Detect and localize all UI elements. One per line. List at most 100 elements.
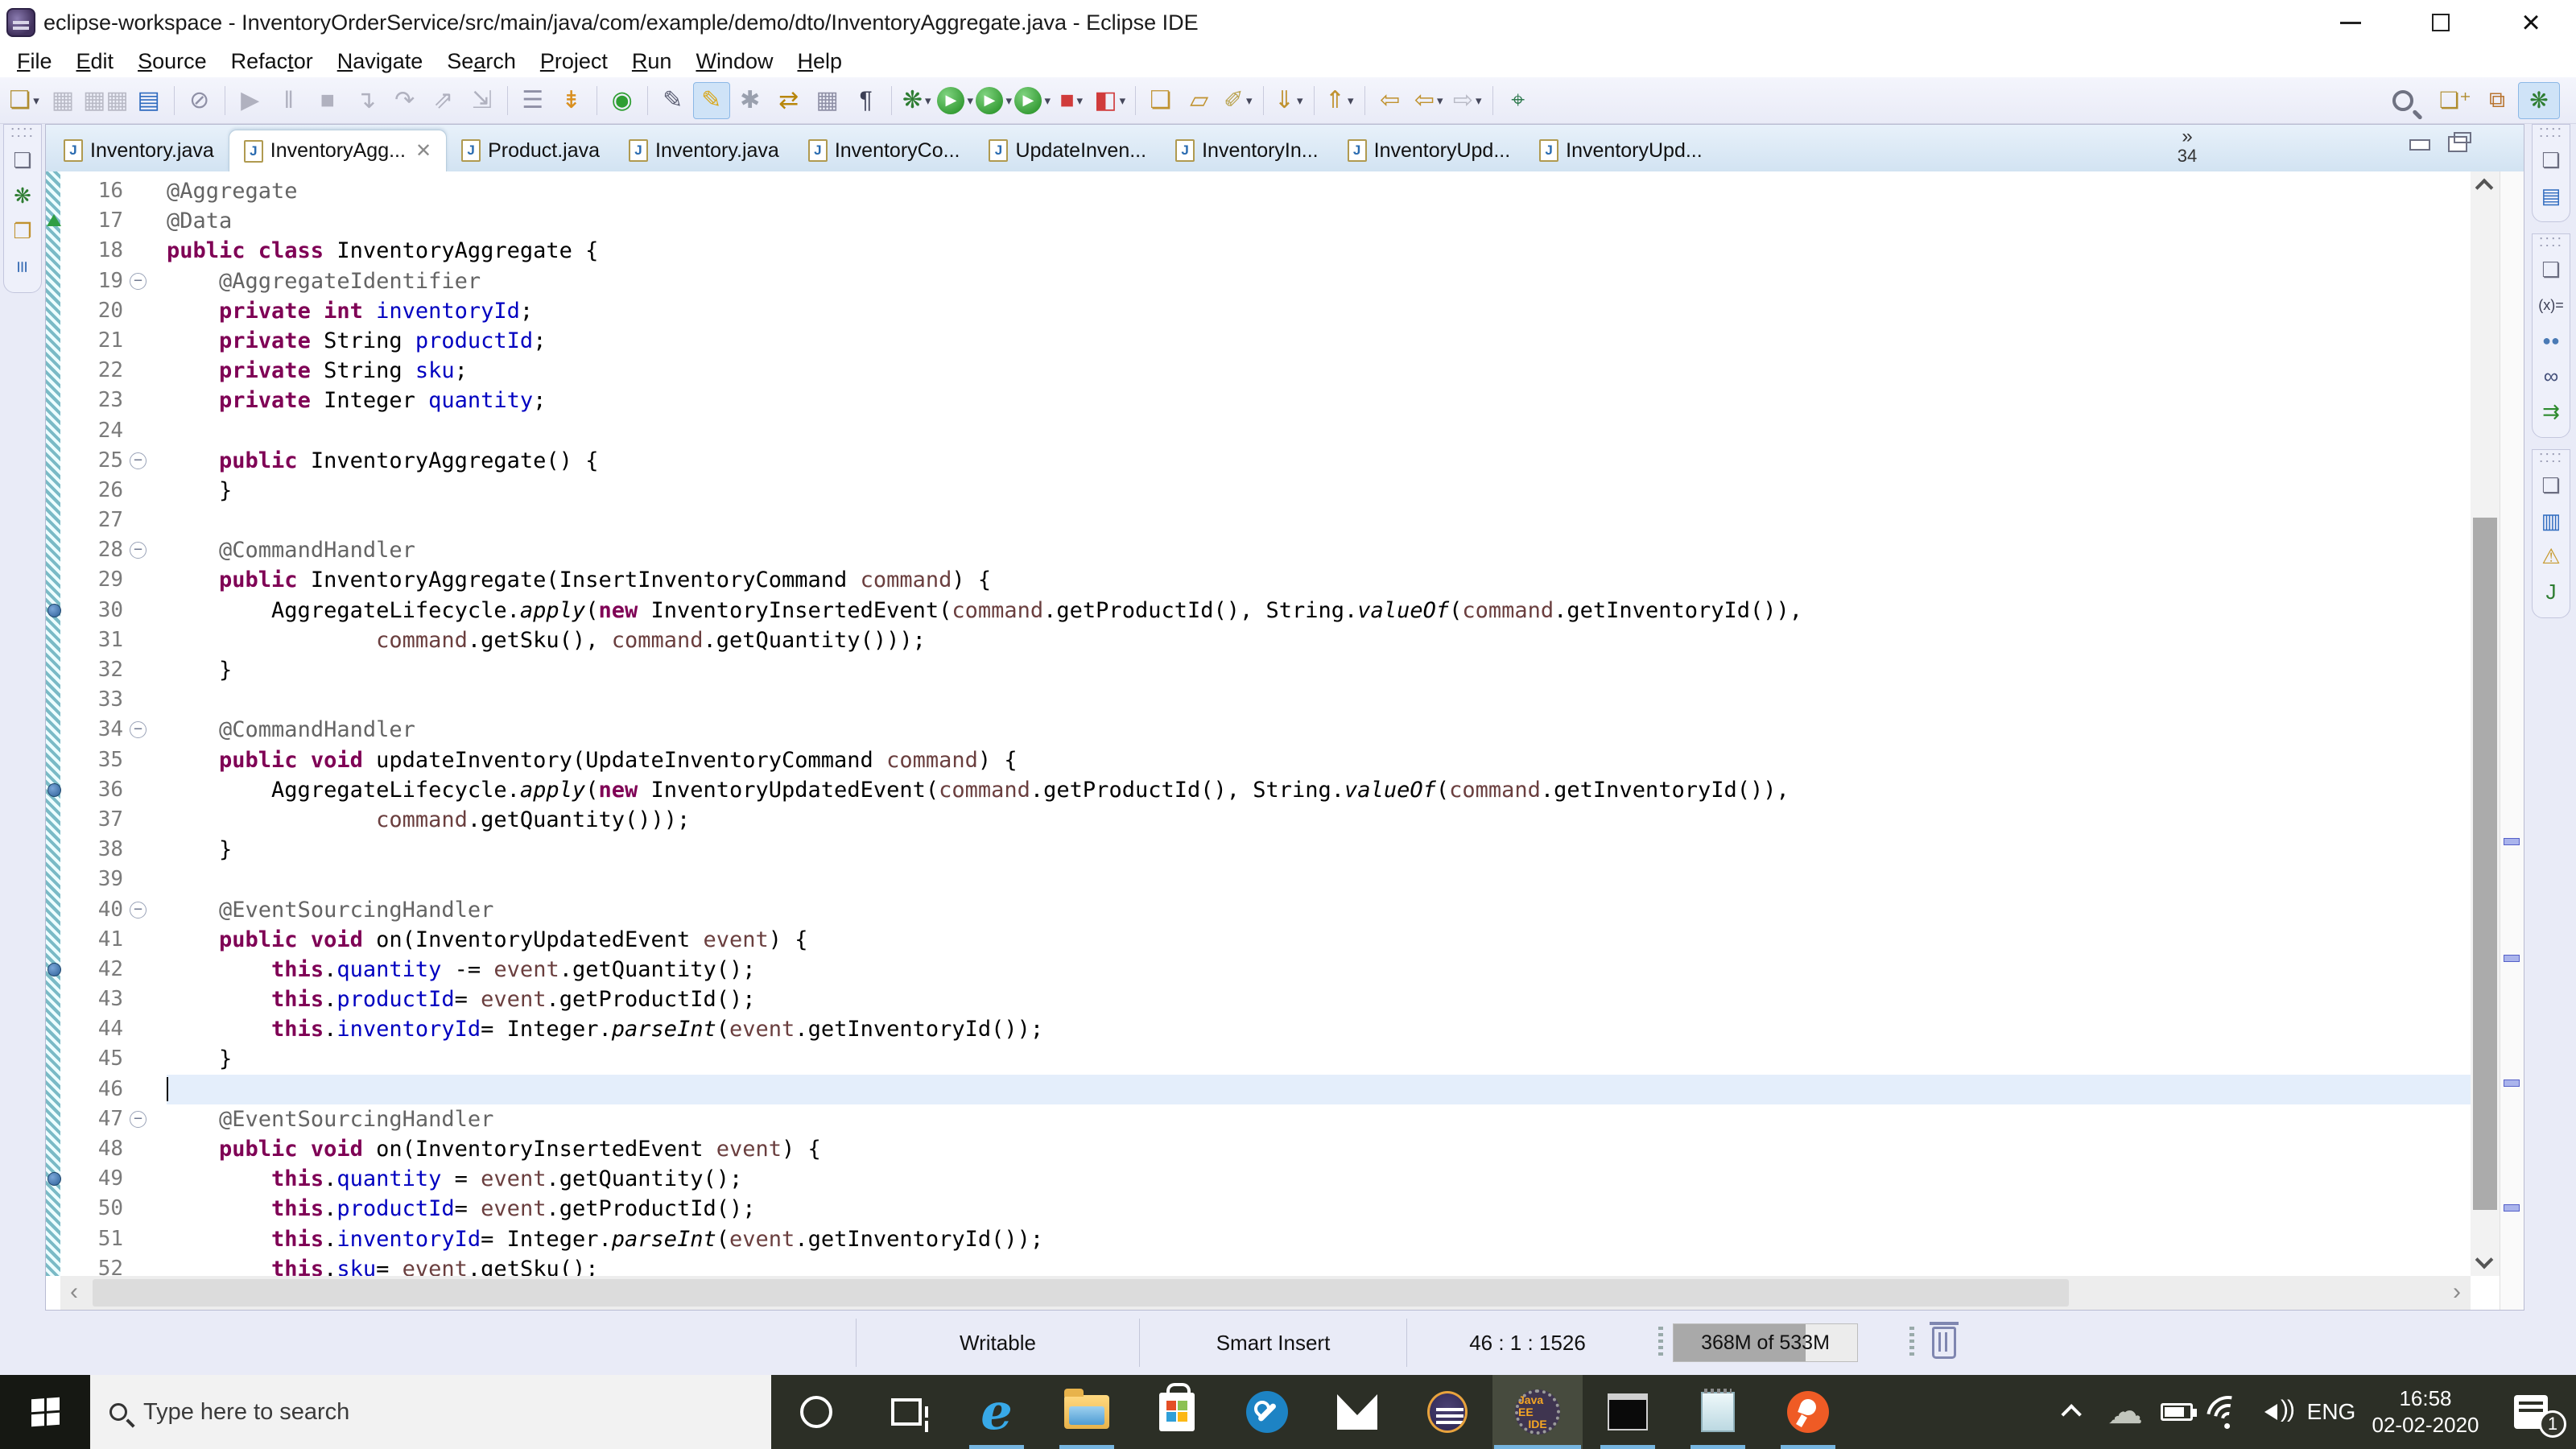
toggle-mark-button[interactable]: ✐ ▾: [1220, 82, 1257, 119]
language-indicator[interactable]: ENG: [2306, 1375, 2357, 1449]
menu-project[interactable]: Project: [528, 49, 620, 74]
minimize-button[interactable]: [2306, 0, 2396, 45]
profile-button[interactable]: ▶ ▾: [1014, 82, 1051, 119]
tab-close-icon[interactable]: ✕: [415, 139, 431, 163]
close-button[interactable]: ×: [2486, 0, 2576, 45]
editor-tab[interactable]: J InventoryUpd...: [1333, 130, 1525, 171]
fold-collapse-icon[interactable]: −: [130, 542, 147, 559]
editor-tab[interactable]: J UpdateInven...: [974, 130, 1161, 171]
task-view-button[interactable]: [861, 1375, 952, 1449]
menu-file[interactable]: File: [5, 49, 64, 74]
drag-handle[interactable]: ::::: [10, 124, 35, 142]
breakpoints-view-button[interactable]: ●●: [2535, 323, 2567, 358]
store-taskbar-button[interactable]: [1132, 1375, 1222, 1449]
fold-collapse-icon[interactable]: −: [130, 452, 147, 469]
drag-handle[interactable]: ::::: [2539, 449, 2563, 468]
garbage-collect-button[interactable]: [1930, 1322, 1959, 1359]
edge-taskbar-button[interactable]: e: [952, 1375, 1042, 1449]
debug-flow-view-button[interactable]: ⇉: [2535, 394, 2567, 429]
editor-tab[interactable]: J InventoryAgg... ✕: [228, 130, 448, 171]
horizontal-scroll-thumb[interactable]: [93, 1279, 2070, 1307]
collapse-all-button[interactable]: ⇓ ▾: [1270, 82, 1307, 119]
menu-run[interactable]: Run: [620, 49, 684, 74]
suspend-button[interactable]: ‖: [270, 82, 308, 119]
skip-all-breakpoints-button[interactable]: ⊘: [181, 82, 218, 119]
editor-tab[interactable]: J Product.java: [447, 130, 614, 171]
menu-help[interactable]: Help: [785, 49, 854, 74]
open-perspective-button[interactable]: ❏⁺: [2434, 82, 2476, 119]
taskbar-search-input[interactable]: Type here to search: [90, 1375, 771, 1449]
overview-ruler[interactable]: [2500, 171, 2524, 1310]
resume-button[interactable]: ▶: [232, 82, 269, 119]
debug-button[interactable]: ❋ ▾: [898, 82, 935, 119]
postman-taskbar-button[interactable]: [1763, 1375, 1853, 1449]
editor-tab[interactable]: J Inventory.java: [49, 130, 229, 171]
show-whitespace-button[interactable]: ¶: [848, 82, 885, 119]
run-button[interactable]: ▶ ▾: [937, 82, 974, 119]
menu-search[interactable]: Search: [435, 49, 528, 74]
scroll-up-arrow[interactable]: [2475, 178, 2494, 197]
overview-marker[interactable]: [2504, 1204, 2520, 1212]
menu-edit[interactable]: Edit: [64, 49, 126, 74]
editor-tab[interactable]: J InventoryUpd...: [1525, 130, 1717, 171]
filters-view-button[interactable]: ≡: [6, 249, 39, 284]
expressions-view-button[interactable]: ∞: [2535, 358, 2567, 394]
stop-relaunch-button[interactable]: ◧ ▾: [1092, 82, 1129, 119]
convert-snippet-button[interactable]: ⇄: [770, 82, 807, 119]
editor-tab[interactable]: J InventoryCo...: [794, 130, 975, 171]
new-java-element-button[interactable]: ✎: [654, 82, 691, 119]
vertical-scroll-thumb[interactable]: [2473, 518, 2497, 1210]
use-step-filters-button[interactable]: ⇟: [553, 82, 590, 119]
cmd-taskbar-button[interactable]: [1583, 1375, 1673, 1449]
terminate-button[interactable]: ■: [309, 82, 346, 119]
variables-view-button[interactable]: (x)=: [2535, 287, 2567, 323]
drag-handle[interactable]: ::::: [2539, 233, 2563, 252]
search-icon[interactable]: [2392, 89, 2413, 111]
overview-marker[interactable]: [2504, 838, 2520, 845]
code-editor[interactable]: 16 @Aggregate 17 @Data 18 public class Invent…: [46, 171, 2524, 1276]
mark-occurrences-button[interactable]: ✎: [692, 81, 730, 119]
coverage-button[interactable]: ▶ ▾: [976, 82, 1013, 119]
problems-view-button[interactable]: ⚠: [2535, 539, 2567, 574]
menu-source[interactable]: Source: [126, 49, 219, 74]
show-view-menu-button[interactable]: ▦: [809, 82, 846, 119]
fold-collapse-icon[interactable]: −: [130, 901, 147, 919]
tab-overflow-indicator[interactable]: » 34: [2159, 127, 2215, 167]
console-view-button[interactable]: ▥: [2535, 503, 2567, 539]
battery-tray-button[interactable]: [2151, 1375, 2202, 1449]
drop-to-frame-button[interactable]: ⇲: [464, 82, 501, 119]
save-button[interactable]: ▦: [44, 82, 81, 119]
step-return-button[interactable]: ⇗: [425, 82, 462, 119]
debug-view-button[interactable]: ❋: [6, 178, 39, 213]
step-into-button[interactable]: ↴: [348, 82, 385, 119]
javaee-perspective-button[interactable]: ⧉: [2476, 82, 2518, 119]
save-all-button[interactable]: ▦▦: [83, 82, 129, 119]
show-execution-point-button[interactable]: ☰: [514, 82, 551, 119]
menu-navigate[interactable]: Navigate: [325, 49, 436, 74]
vertical-scrollbar[interactable]: [2471, 171, 2500, 1276]
fold-collapse-icon[interactable]: −: [130, 272, 147, 290]
horizontal-scrollbar[interactable]: ‹ ›: [60, 1276, 2471, 1310]
scroll-left-arrow[interactable]: ‹: [60, 1276, 88, 1310]
action-center-button[interactable]: 1: [2494, 1375, 2568, 1449]
eclipse-taskbar-button[interactable]: [1402, 1375, 1492, 1449]
debug-perspective-button[interactable]: ❋: [2518, 81, 2560, 119]
back-history-button[interactable]: ⇦ ▾: [1410, 82, 1447, 119]
boot-dashboard-button[interactable]: ◉: [604, 82, 641, 119]
overview-marker[interactable]: [2504, 1080, 2520, 1087]
fold-collapse-icon[interactable]: −: [130, 721, 147, 739]
maximize-editor-icon[interactable]: [2448, 132, 2471, 152]
debug-gray-button[interactable]: ✱: [732, 82, 769, 119]
onedrive-tray-button[interactable]: ☁: [2099, 1375, 2151, 1449]
editor-tab[interactable]: J Inventory.java: [614, 130, 794, 171]
restore-view-button[interactable]: ❏: [2535, 252, 2567, 287]
overview-marker[interactable]: [2504, 955, 2520, 962]
restore-view-button[interactable]: ❏: [6, 142, 39, 178]
fold-collapse-icon[interactable]: −: [130, 1110, 147, 1128]
restore-view-button[interactable]: ❏: [2535, 468, 2567, 503]
tray-chevron-button[interactable]: [2048, 1375, 2099, 1449]
menu-window[interactable]: Window: [683, 49, 785, 74]
new-wizard-button[interactable]: ❏ ▾: [6, 82, 43, 119]
maximize-button[interactable]: [2396, 0, 2486, 45]
settings-taskbar-button[interactable]: [1222, 1375, 1312, 1449]
